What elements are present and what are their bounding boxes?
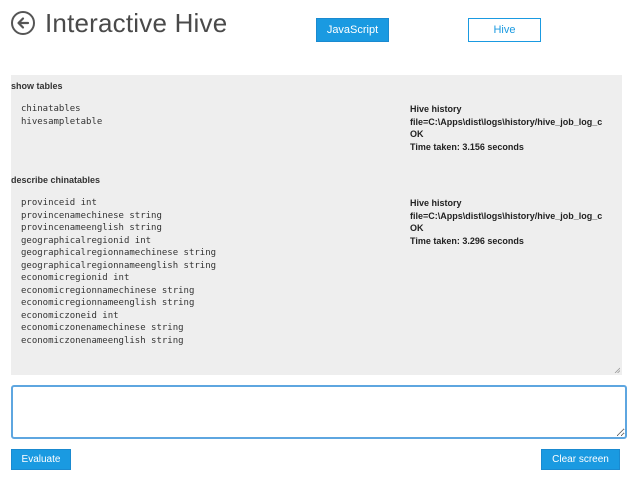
result-line: economicregionnamechinese string: [21, 285, 195, 296]
result-line: geographicalregionid int: [21, 235, 152, 246]
status-line: file=C:\Apps\dist\logs\history/hive_job_…: [410, 116, 603, 127]
hive-mode-button[interactable]: Hive: [468, 18, 541, 42]
result-line: provinceid int: [21, 198, 97, 208]
evaluate-button[interactable]: Evaluate: [11, 449, 71, 470]
result-line: economicregionid int: [21, 273, 130, 283]
result-line: provincenameenglish string: [21, 223, 162, 233]
back-button[interactable]: [11, 11, 35, 35]
status-info: Hive history file=C:\Apps\dist\logs\hist…: [410, 197, 622, 247]
result-line: geographicalregionnameenglish string: [21, 260, 217, 271]
result-line: economiczoneid int: [21, 310, 119, 321]
status-line: OK: [410, 129, 424, 139]
result-line: provincenamechinese string: [21, 210, 162, 221]
status-line: Time taken: 3.156 seconds: [410, 141, 524, 152]
output-console[interactable]: show tables chinatables hivesampletable …: [11, 75, 622, 375]
result-line: geographicalregionnamechinese string: [21, 248, 217, 258]
result-line: hivesampletable: [21, 116, 103, 127]
query-input[interactable]: [11, 385, 627, 439]
javascript-mode-button[interactable]: JavaScript: [316, 18, 389, 42]
status-line: OK: [410, 223, 424, 233]
result-line: economiczonenamechinese string: [21, 323, 184, 333]
status-line: Hive history: [410, 104, 462, 114]
result-line: economicregionnameenglish string: [21, 298, 195, 308]
result-lines: provinceid int provincenamechinese strin…: [21, 197, 216, 347]
resize-grip-icon[interactable]: [614, 367, 620, 373]
result-line: economiczonenameenglish string: [21, 335, 184, 346]
result-lines: chinatables hivesampletable: [21, 103, 102, 128]
result-line: chinatables: [21, 104, 81, 114]
status-line: Hive history: [410, 198, 462, 208]
page-title: Interactive Hive: [45, 8, 228, 38]
status-line: Time taken: 3.296 seconds: [410, 235, 524, 246]
arrow-left-icon: [17, 17, 30, 29]
status-line: file=C:\Apps\dist\logs\history/hive_job_…: [410, 210, 603, 221]
status-info: Hive history file=C:\Apps\dist\logs\hist…: [410, 103, 622, 153]
command-echo: show tables: [11, 81, 63, 91]
clear-screen-button[interactable]: Clear screen: [541, 449, 620, 470]
command-echo: describe chinatables: [11, 175, 101, 185]
